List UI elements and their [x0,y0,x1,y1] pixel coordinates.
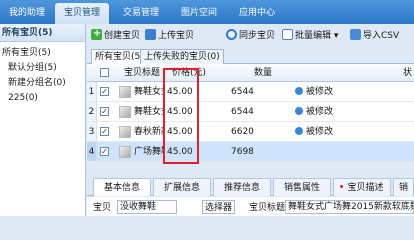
detail-tabs: 基本信息 扩展信息 推荐信息 销售属性 宝贝描述 销 [87,176,414,196]
upload-item-button[interactable]: 上传宝贝 [145,27,194,45]
sidebar-item-225[interactable]: 225(0) [0,91,85,106]
sidebar-item-default-group[interactable]: 默认分组(5) [0,61,85,76]
toolbar: 创建宝贝 上传宝贝 同步宝贝 批量编辑 ▾ 导入CSV [87,25,414,47]
product-thumbnail [119,106,131,118]
column-header-title[interactable]: 宝贝标题 [124,64,164,81]
product-thumbnail [119,146,131,158]
item-status: 被修改 [295,102,355,121]
category-field[interactable]: 没收舞鞋 [117,200,177,214]
row-number: 1 [87,82,97,101]
item-status: 被修改 [295,82,355,101]
product-thumbnail [119,86,131,98]
sidebar-header: 所有宝贝(5) [0,24,85,42]
nav-tab-trade-management[interactable]: 交易管理 [114,3,168,24]
tab-sales-attributes[interactable]: 销售属性 [273,178,331,196]
price-highlight-annotation [163,68,199,164]
table-row[interactable]: 3 ✓ 春秋新款女... 45.00 6620 被修改 [87,122,414,142]
batch-edit-label: 批量编辑 [295,31,332,41]
create-item-label: 创建宝贝 [104,31,141,41]
sync-item-label: 同步宝贝 [239,31,276,41]
title-label: 宝贝标题 [249,203,286,213]
title-field[interactable]: 舞鞋女式广场舞2015新款软底舞蹈 [285,200,414,214]
edit-icon [282,29,293,40]
item-subtabs: 所有宝贝(5) 上传失败的宝贝(0) [87,48,414,64]
category-selector-button[interactable]: 选择器 [202,200,236,214]
top-nav-bar: 我的助理 宝贝管理 交易管理 图片空间 应用中心 [0,0,414,24]
basic-info-form: 宝贝 没收舞鞋 选择器 宝贝标题 舞鞋女式广场舞2015新款软底舞蹈 [87,197,414,216]
row-checkbox[interactable]: ✓ [100,127,109,136]
category-label: 宝贝 [93,203,112,213]
row-checkbox[interactable]: ✓ [100,147,109,156]
row-number: 4 [87,142,97,161]
plus-icon [91,25,102,43]
upload-item-label: 上传宝贝 [158,31,195,41]
nav-tab-image-space[interactable]: 图片空间 [172,3,226,24]
nav-tab-item-management[interactable]: 宝贝管理 [55,3,109,24]
table-row[interactable]: 2 ✓ 舞鞋女式广... 45.00 6544 被修改 [87,102,414,122]
sync-icon [226,29,237,40]
item-title: 舞鞋女式广... [134,87,164,97]
upload-icon [145,29,156,40]
item-title: 广场舞鞋春... [134,147,164,157]
info-icon [295,107,303,115]
tab-more[interactable]: 销 [393,178,414,196]
table-row-selected[interactable]: 4 ✓ 广场舞鞋春... 45.00 7698 [87,142,414,162]
table-header: 宝贝标题 价格(元) 数量 状 [87,64,414,82]
batch-edit-button[interactable]: 批量编辑 ▾ [282,27,338,45]
sidebar: 所有宝贝(5) 所有宝贝(5) 默认分组(5) 新建分组名(0) 225(0) [0,24,86,216]
product-thumbnail [119,126,131,138]
sidebar-item-all[interactable]: 所有宝贝(5) [0,46,85,61]
import-icon [350,29,361,40]
item-quantity[interactable]: 6544 [231,102,271,121]
nav-tab-app-center[interactable]: 应用中心 [230,3,284,24]
chevron-down-icon: ▾ [331,31,339,41]
row-checkbox[interactable]: ✓ [100,87,109,96]
info-icon [295,127,303,135]
nav-tab-my-assistant[interactable]: 我的助理 [2,3,52,24]
tab-recommend-info[interactable]: 推荐信息 [213,178,271,196]
tab-extended-info[interactable]: 扩展信息 [153,178,211,196]
items-table: 宝贝标题 价格(元) 数量 状 1 ✓ 舞鞋女式广... 45.00 6544 … [87,64,414,162]
import-csv-button[interactable]: 导入CSV [350,27,399,45]
sidebar-item-new-group[interactable]: 新建分组名(0) [0,76,85,91]
sync-item-button[interactable]: 同步宝贝 [226,27,275,45]
item-quantity[interactable]: 6620 [231,122,271,141]
item-quantity[interactable]: 6544 [231,82,271,101]
create-item-button[interactable]: 创建宝贝 [91,25,141,45]
tab-basic-info[interactable]: 基本信息 [93,178,151,196]
import-csv-label: 导入CSV [363,31,400,41]
row-checkbox[interactable]: ✓ [100,107,109,116]
row-number: 3 [87,122,97,141]
row-number: 2 [87,102,97,121]
item-title: 春秋新款女... [134,127,164,137]
required-dot-icon [340,185,344,188]
select-all-checkbox[interactable] [100,68,109,77]
column-header-quantity[interactable]: 数量 [254,64,294,81]
item-title: 舞鞋女式广... [134,107,164,117]
item-quantity[interactable]: 7698 [231,142,271,161]
info-icon [295,87,303,95]
tab-upload-failed[interactable]: 上传失败的宝贝(0) [140,49,224,64]
item-status: 被修改 [295,122,355,141]
tab-item-description[interactable]: 宝贝描述 [333,178,391,196]
column-header-status[interactable]: 状 [403,64,414,81]
table-row[interactable]: 1 ✓ 舞鞋女式广... 45.00 6544 被修改 [87,82,414,102]
